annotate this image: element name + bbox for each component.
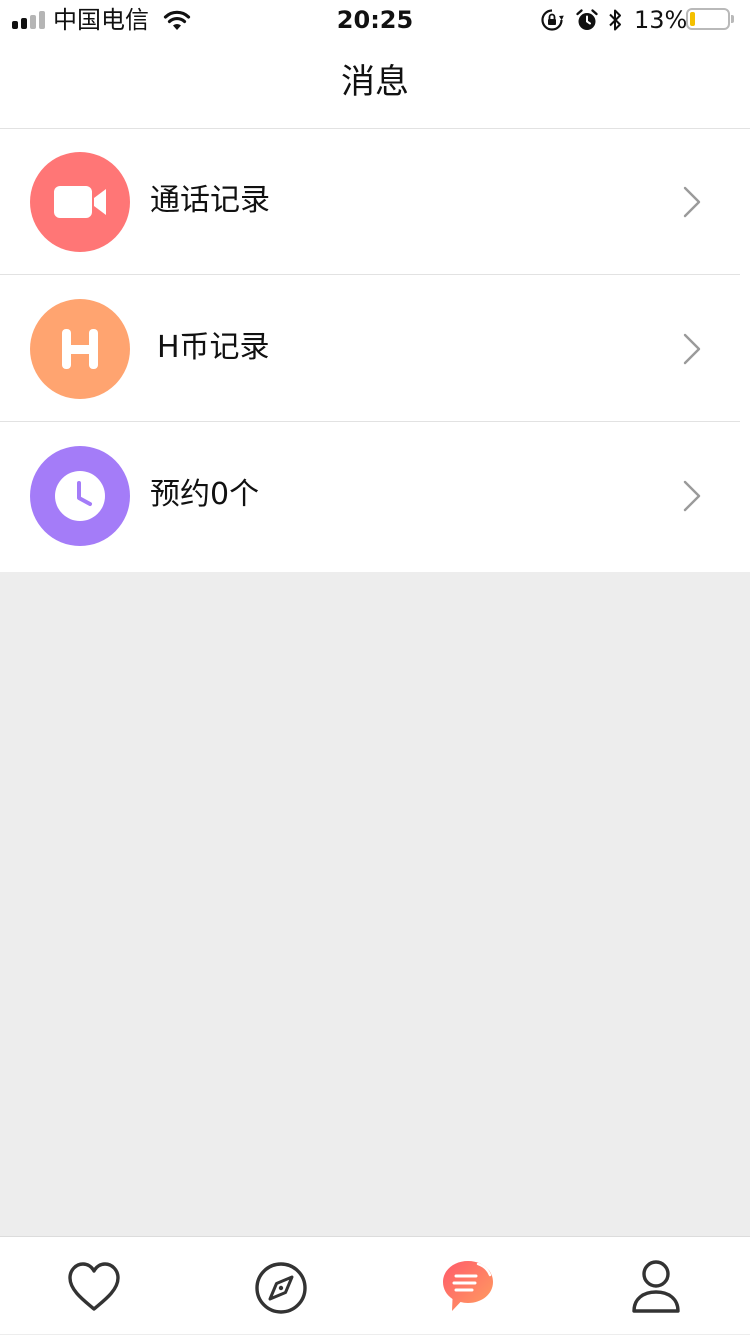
tab-bar — [0, 1236, 750, 1334]
page-title: 消息 — [341, 62, 409, 102]
nav-header: 消息 — [0, 40, 750, 129]
menu-item-appointments[interactable]: 预约0个 — [0, 423, 750, 569]
menu-list: 通话记录 H币记录 预约0个 — [0, 129, 750, 572]
battery-fill — [690, 12, 695, 26]
item-label: 预约0个 — [150, 477, 260, 512]
chevron-right-icon — [680, 332, 704, 370]
item-icon-circle — [30, 299, 130, 399]
battery-percent: 13% — [634, 6, 688, 34]
tab-messages[interactable] — [374, 1237, 561, 1335]
heart-icon — [67, 1262, 120, 1311]
item-icon-circle — [30, 152, 130, 252]
item-label: H币记录 — [157, 330, 270, 365]
video-camera-icon — [54, 186, 106, 218]
menu-item-h-coin-records[interactable]: H币记录 — [0, 276, 750, 422]
battery-icon — [686, 8, 730, 30]
item-label: 通话记录 — [150, 183, 270, 218]
alarm-icon — [575, 8, 599, 36]
tab-discover[interactable] — [187, 1237, 374, 1335]
status-bar: 中国电信 20:25 13% — [0, 0, 750, 40]
battery-cap — [731, 15, 734, 23]
menu-item-call-records[interactable]: 通话记录 — [0, 129, 750, 275]
tab-favorites[interactable] — [0, 1237, 187, 1335]
divider — [0, 421, 740, 422]
item-icon-circle — [30, 446, 130, 546]
h-coin-icon — [62, 329, 98, 369]
message-icon — [442, 1261, 493, 1311]
chevron-right-icon — [680, 185, 704, 223]
user-icon — [631, 1260, 680, 1313]
rotation-lock-icon — [540, 8, 564, 36]
bluetooth-icon — [606, 8, 624, 36]
tab-profile[interactable] — [561, 1237, 748, 1335]
compass-icon — [254, 1262, 307, 1314]
clock-icon — [55, 471, 105, 521]
divider — [0, 274, 740, 275]
chevron-right-icon — [680, 479, 704, 517]
